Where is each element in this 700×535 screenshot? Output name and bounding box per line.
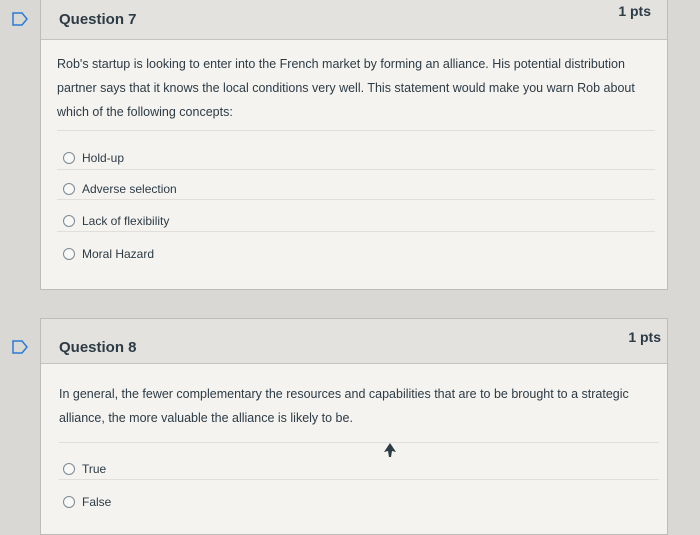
answer-divider (57, 199, 655, 200)
question-8-points: 1 pts (628, 329, 661, 345)
answer-hold-up[interactable]: Hold-up (63, 151, 124, 165)
question-7-header: Question 7 1 pts (41, 0, 667, 40)
answer-moral-hazard[interactable]: Moral Hazard (63, 247, 154, 261)
answer-divider (57, 231, 655, 232)
answer-label: Lack of flexibility (82, 214, 170, 228)
radio-icon[interactable] (63, 183, 75, 195)
question-7-card: Question 7 1 pts Rob's startup is lookin… (40, 0, 668, 290)
answer-divider (59, 479, 659, 480)
question-8-divider (59, 442, 659, 443)
answer-label: False (82, 495, 112, 509)
flag-icon[interactable] (12, 340, 28, 354)
radio-icon[interactable] (63, 152, 75, 164)
answer-label: Hold-up (82, 151, 125, 165)
question-8-card: Question 8 1 pts In general, the fewer c… (40, 318, 668, 535)
mouse-cursor-icon (384, 443, 396, 457)
answer-divider (57, 169, 655, 170)
answer-label: True (82, 462, 107, 476)
answer-true[interactable]: True (63, 462, 106, 476)
question-7-title: Question 7 (59, 11, 137, 28)
radio-icon[interactable] (63, 248, 75, 260)
flag-icon[interactable] (12, 12, 28, 26)
answer-lack-of-flexibility[interactable]: Lack of flexibility (63, 214, 169, 228)
radio-icon[interactable] (63, 463, 75, 475)
question-8-title: Question 8 (59, 339, 137, 356)
radio-icon[interactable] (63, 496, 75, 508)
question-7-divider (57, 130, 655, 131)
question-8-header: Question 8 1 pts (41, 319, 667, 364)
radio-icon[interactable] (63, 215, 75, 227)
question-7-text: Rob's startup is looking to enter into t… (57, 57, 635, 119)
question-8-text: In general, the fewer complementary the … (59, 387, 629, 425)
answer-adverse-selection[interactable]: Adverse selection (63, 182, 177, 196)
answer-label: Adverse selection (82, 182, 177, 196)
answer-label: Moral Hazard (82, 247, 155, 261)
question-7-points: 1 pts (618, 3, 651, 19)
answer-false[interactable]: False (63, 495, 111, 509)
